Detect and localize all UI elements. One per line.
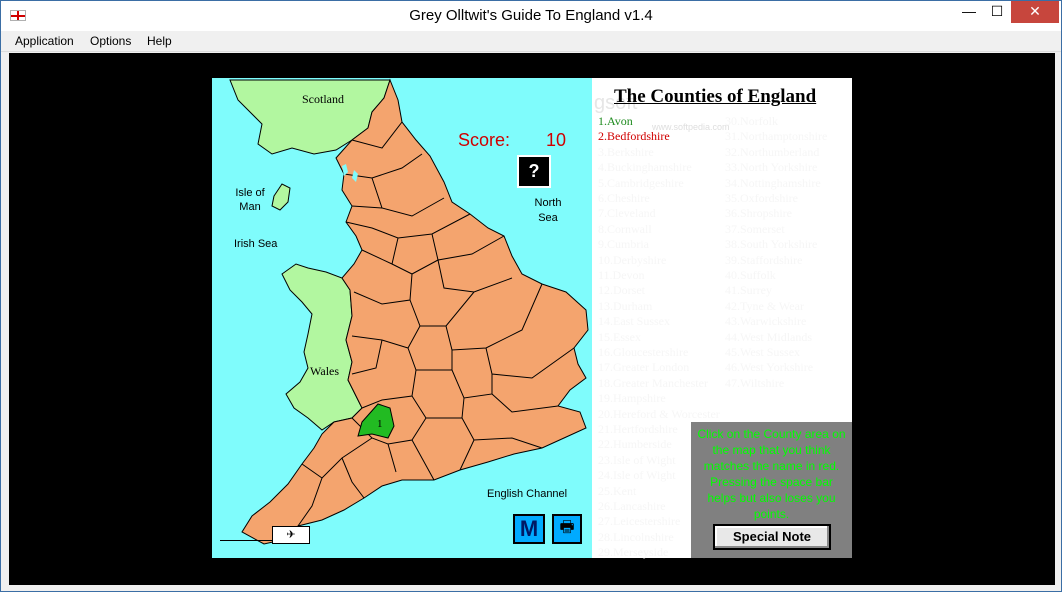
county-list-item: 2.Bedfordshire xyxy=(598,129,670,144)
county-list-item: 43.Warwickshire xyxy=(725,314,807,329)
county-list-item: 4.Buckinghamshire xyxy=(598,160,692,175)
england-map[interactable]: 1 xyxy=(212,78,592,558)
county-list-item: 18.Greater Manchester xyxy=(598,375,708,390)
county-list-item: 27.Leicestershire xyxy=(598,514,681,529)
county-list-item: 14.East Sussex xyxy=(598,314,670,329)
county-list-item: 39.Staffordshire xyxy=(725,252,803,267)
county-list-item: 33.North Yorkshire xyxy=(725,160,818,175)
county-list-item: 10.Derbyshire xyxy=(598,252,667,267)
score-value: 10 xyxy=(546,130,567,150)
county-list-item: 13.Durham xyxy=(598,298,653,313)
scale-bar: ✈ xyxy=(220,526,310,546)
isle-of-man-label: Isle of Man xyxy=(235,187,265,213)
county-list-item: 30.Norfolk xyxy=(725,114,778,128)
score-label: Score: xyxy=(458,130,511,150)
compass-icon: ✈ xyxy=(272,526,310,544)
county-list-item: 3.Berkshire xyxy=(598,144,654,159)
english-channel-label: English Channel xyxy=(487,488,568,500)
county-list-item: 36.Shropshire xyxy=(725,206,792,221)
application-window: Grey Olltwit's Guide To England v1.4 — ☐… xyxy=(0,0,1062,592)
map-button[interactable]: M xyxy=(513,514,545,544)
list-title: The Counties of England xyxy=(614,86,817,107)
county-list-item: 35.Oxfordshire xyxy=(725,191,798,205)
title-bar[interactable]: Grey Olltwit's Guide To England v1.4 — ☐… xyxy=(1,1,1061,31)
county-list-item: 42.Tyne & Wear xyxy=(725,298,804,313)
printer-icon: 🖶 xyxy=(559,519,575,536)
county-list-item: 16.Gloucestershire xyxy=(598,345,689,359)
county-list-item: 34.Nottinghamshire xyxy=(725,175,821,190)
map-panel: 1 Scotland Isle of Man Irish Sea North S… xyxy=(212,78,592,558)
county-list-item: 24.Isle of Wight xyxy=(598,468,676,483)
county-list-item: 23.Isle of Wight xyxy=(598,452,676,467)
county-list-item: 8.Cornwall xyxy=(598,221,652,236)
menu-help[interactable]: Help xyxy=(147,34,172,48)
county-list-item: 6.Cheshire xyxy=(598,191,650,205)
county-list-item: 28.Lincolnshire xyxy=(598,529,674,544)
county-list-item: 37.Somerset xyxy=(725,221,785,236)
county-list-item: 25.Kent xyxy=(598,483,637,498)
county-list-item: 40.Suffolk xyxy=(725,268,776,282)
county-list-item: 45.West Sussex xyxy=(725,345,801,359)
instruction-text: Click on the County area on the map that… xyxy=(697,427,846,521)
county-list-panel: gsoft www.softpedia.com The Counties of … xyxy=(592,78,852,560)
special-note-button[interactable]: Special Note xyxy=(713,524,831,550)
minimize-button[interactable]: — xyxy=(955,1,983,23)
county-list-item: 15.Essex xyxy=(598,329,641,344)
county-list-item: 44.West Midlands xyxy=(725,329,813,344)
scotland-label: Scotland xyxy=(302,92,344,106)
isle-of-man-region xyxy=(271,183,291,211)
county-list-item: 5.Cambridgeshire xyxy=(598,175,684,190)
county-list-item: 20.Hereford & Worcester xyxy=(598,406,720,421)
county-list-item: 1.Avon xyxy=(598,114,633,128)
county-list-item: 31.Northamptonshire xyxy=(725,129,828,144)
county-list-item: 47.Wiltshire xyxy=(725,375,785,390)
county-list-item: 17.Greater London xyxy=(598,360,690,375)
county-list-item: 26.Lancashire xyxy=(598,499,666,513)
wales-label: Wales xyxy=(310,364,340,378)
instructions-panel: Click on the County area on the map that… xyxy=(691,422,852,558)
menu-options[interactable]: Options xyxy=(90,34,131,48)
irish-sea-label: Irish Sea xyxy=(234,238,278,250)
highlighted-county-number: 1 xyxy=(377,418,383,430)
close-button[interactable]: ✕ xyxy=(1011,1,1059,23)
county-list-item: 11.Devon xyxy=(598,268,645,282)
window-title: Grey Olltwit's Guide To England v1.4 xyxy=(409,7,653,24)
county-list-item: 32.Northumberland xyxy=(725,144,820,159)
menu-bar: Application Options Help xyxy=(1,31,1061,52)
county-list-item: 29.Merseyside xyxy=(598,545,669,560)
county-list-item: 19.Hampshire xyxy=(598,391,666,406)
county-list-item: 9.Cumbria xyxy=(598,237,649,252)
maximize-button[interactable]: ☐ xyxy=(983,1,1011,23)
county-list-item: 41.Surrey xyxy=(725,283,772,298)
county-list-item: 38.South Yorkshire xyxy=(725,237,818,252)
county-list-item: 21.Hertfordshire xyxy=(598,422,678,436)
county-list-item: 46.West Yorkshire xyxy=(725,360,814,375)
county-list-item: 12.Dorset xyxy=(598,283,645,298)
print-button[interactable]: 🖶 xyxy=(552,514,582,544)
hint-button[interactable]: ? xyxy=(517,155,551,188)
menu-application[interactable]: Application xyxy=(15,34,74,48)
game-area: 1 Scotland Isle of Man Irish Sea North S… xyxy=(9,53,1055,585)
county-list-item: 7.Cleveland xyxy=(598,206,656,221)
county-list-item: 22.Humberside xyxy=(598,437,672,452)
north-sea-label: North Sea xyxy=(534,197,562,224)
